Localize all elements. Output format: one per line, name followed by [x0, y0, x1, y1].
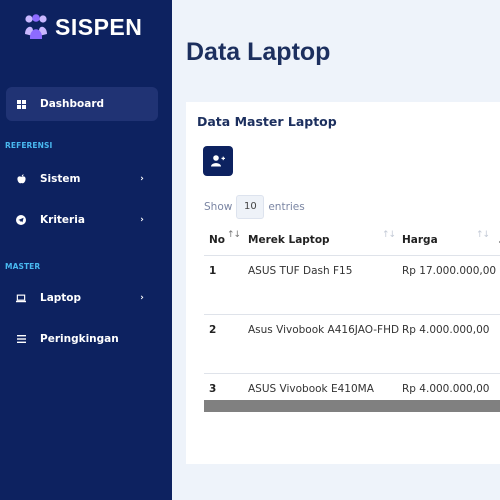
data-card: Data Master Laptop Show 10 entries No ↑↓… — [186, 102, 500, 464]
grid-icon — [16, 99, 26, 109]
sidebar-item-label: Peringkingan — [40, 333, 119, 345]
sidebar-item-label: Laptop — [40, 292, 82, 304]
column-header-no[interactable]: No — [209, 234, 225, 246]
sidebar-item-label: Dashboard — [40, 98, 105, 110]
sort-icon[interactable]: ↑↓ — [227, 230, 241, 240]
sidebar-item-sistem[interactable]: Sistem › — [6, 162, 158, 196]
app-name: SISPEN — [55, 13, 143, 40]
column-header-harga[interactable]: Harga — [402, 234, 438, 246]
cell-harga: Rp 4.000.000,00 — [402, 324, 490, 336]
horizontal-scrollbar[interactable] — [204, 400, 500, 412]
column-header-merek[interactable]: Merek Laptop — [248, 234, 330, 246]
entries-label: entries — [268, 201, 305, 213]
sidebar-item-laptop[interactable]: Laptop › — [6, 281, 158, 315]
add-laptop-button[interactable] — [203, 146, 233, 176]
chevron-right-icon: › — [140, 293, 144, 303]
card-title: Data Master Laptop — [197, 114, 337, 129]
sort-icon[interactable]: ↑↓ — [476, 230, 490, 240]
header-divider — [204, 255, 500, 256]
entries-control: Show 10 entries — [204, 195, 305, 219]
sidebar-item-peringkingan[interactable]: Peringkingan — [6, 322, 158, 356]
show-label: Show — [204, 201, 233, 213]
sidebar-item-dashboard[interactable]: Dashboard — [6, 87, 158, 121]
page-title: Data Laptop — [186, 38, 331, 66]
row-divider — [204, 314, 500, 315]
user-plus-icon — [211, 155, 225, 167]
section-master: MASTER — [5, 262, 41, 271]
sidebar-item-kriteria[interactable]: Kriteria › — [6, 203, 158, 237]
section-referensi: REFERENSI — [5, 141, 53, 150]
cell-merek: ASUS TUF Dash F15 — [248, 265, 353, 277]
sidebar: SISPEN Dashboard REFERENSI Sistem › Krit… — [0, 0, 172, 500]
users-logo-icon — [25, 14, 47, 39]
cell-no: 1 — [209, 265, 217, 277]
send-icon — [16, 215, 26, 225]
cell-harga: Rp 4.000.000,00 — [402, 383, 490, 395]
laptop-icon — [16, 293, 26, 303]
chevron-right-icon: › — [140, 215, 144, 225]
entries-select[interactable]: 10 — [236, 195, 265, 219]
row-divider — [204, 373, 500, 374]
chevron-right-icon: › — [140, 174, 144, 184]
cell-harga: Rp 17.000.000,00 — [402, 265, 497, 277]
sidebar-item-label: Sistem — [40, 173, 81, 185]
cell-no: 2 — [209, 324, 217, 336]
cell-no: 3 — [209, 383, 217, 395]
apple-icon — [16, 174, 26, 184]
sort-icon[interactable]: ↑↓ — [382, 230, 396, 240]
list-icon — [16, 334, 26, 344]
brand[interactable]: SISPEN — [24, 12, 142, 42]
cell-merek: Asus Vivobook A416JAO-FHD — [248, 324, 400, 336]
sidebar-item-label: Kriteria — [40, 214, 85, 226]
cell-merek: ASUS Vivobook E410MA — [248, 383, 374, 395]
